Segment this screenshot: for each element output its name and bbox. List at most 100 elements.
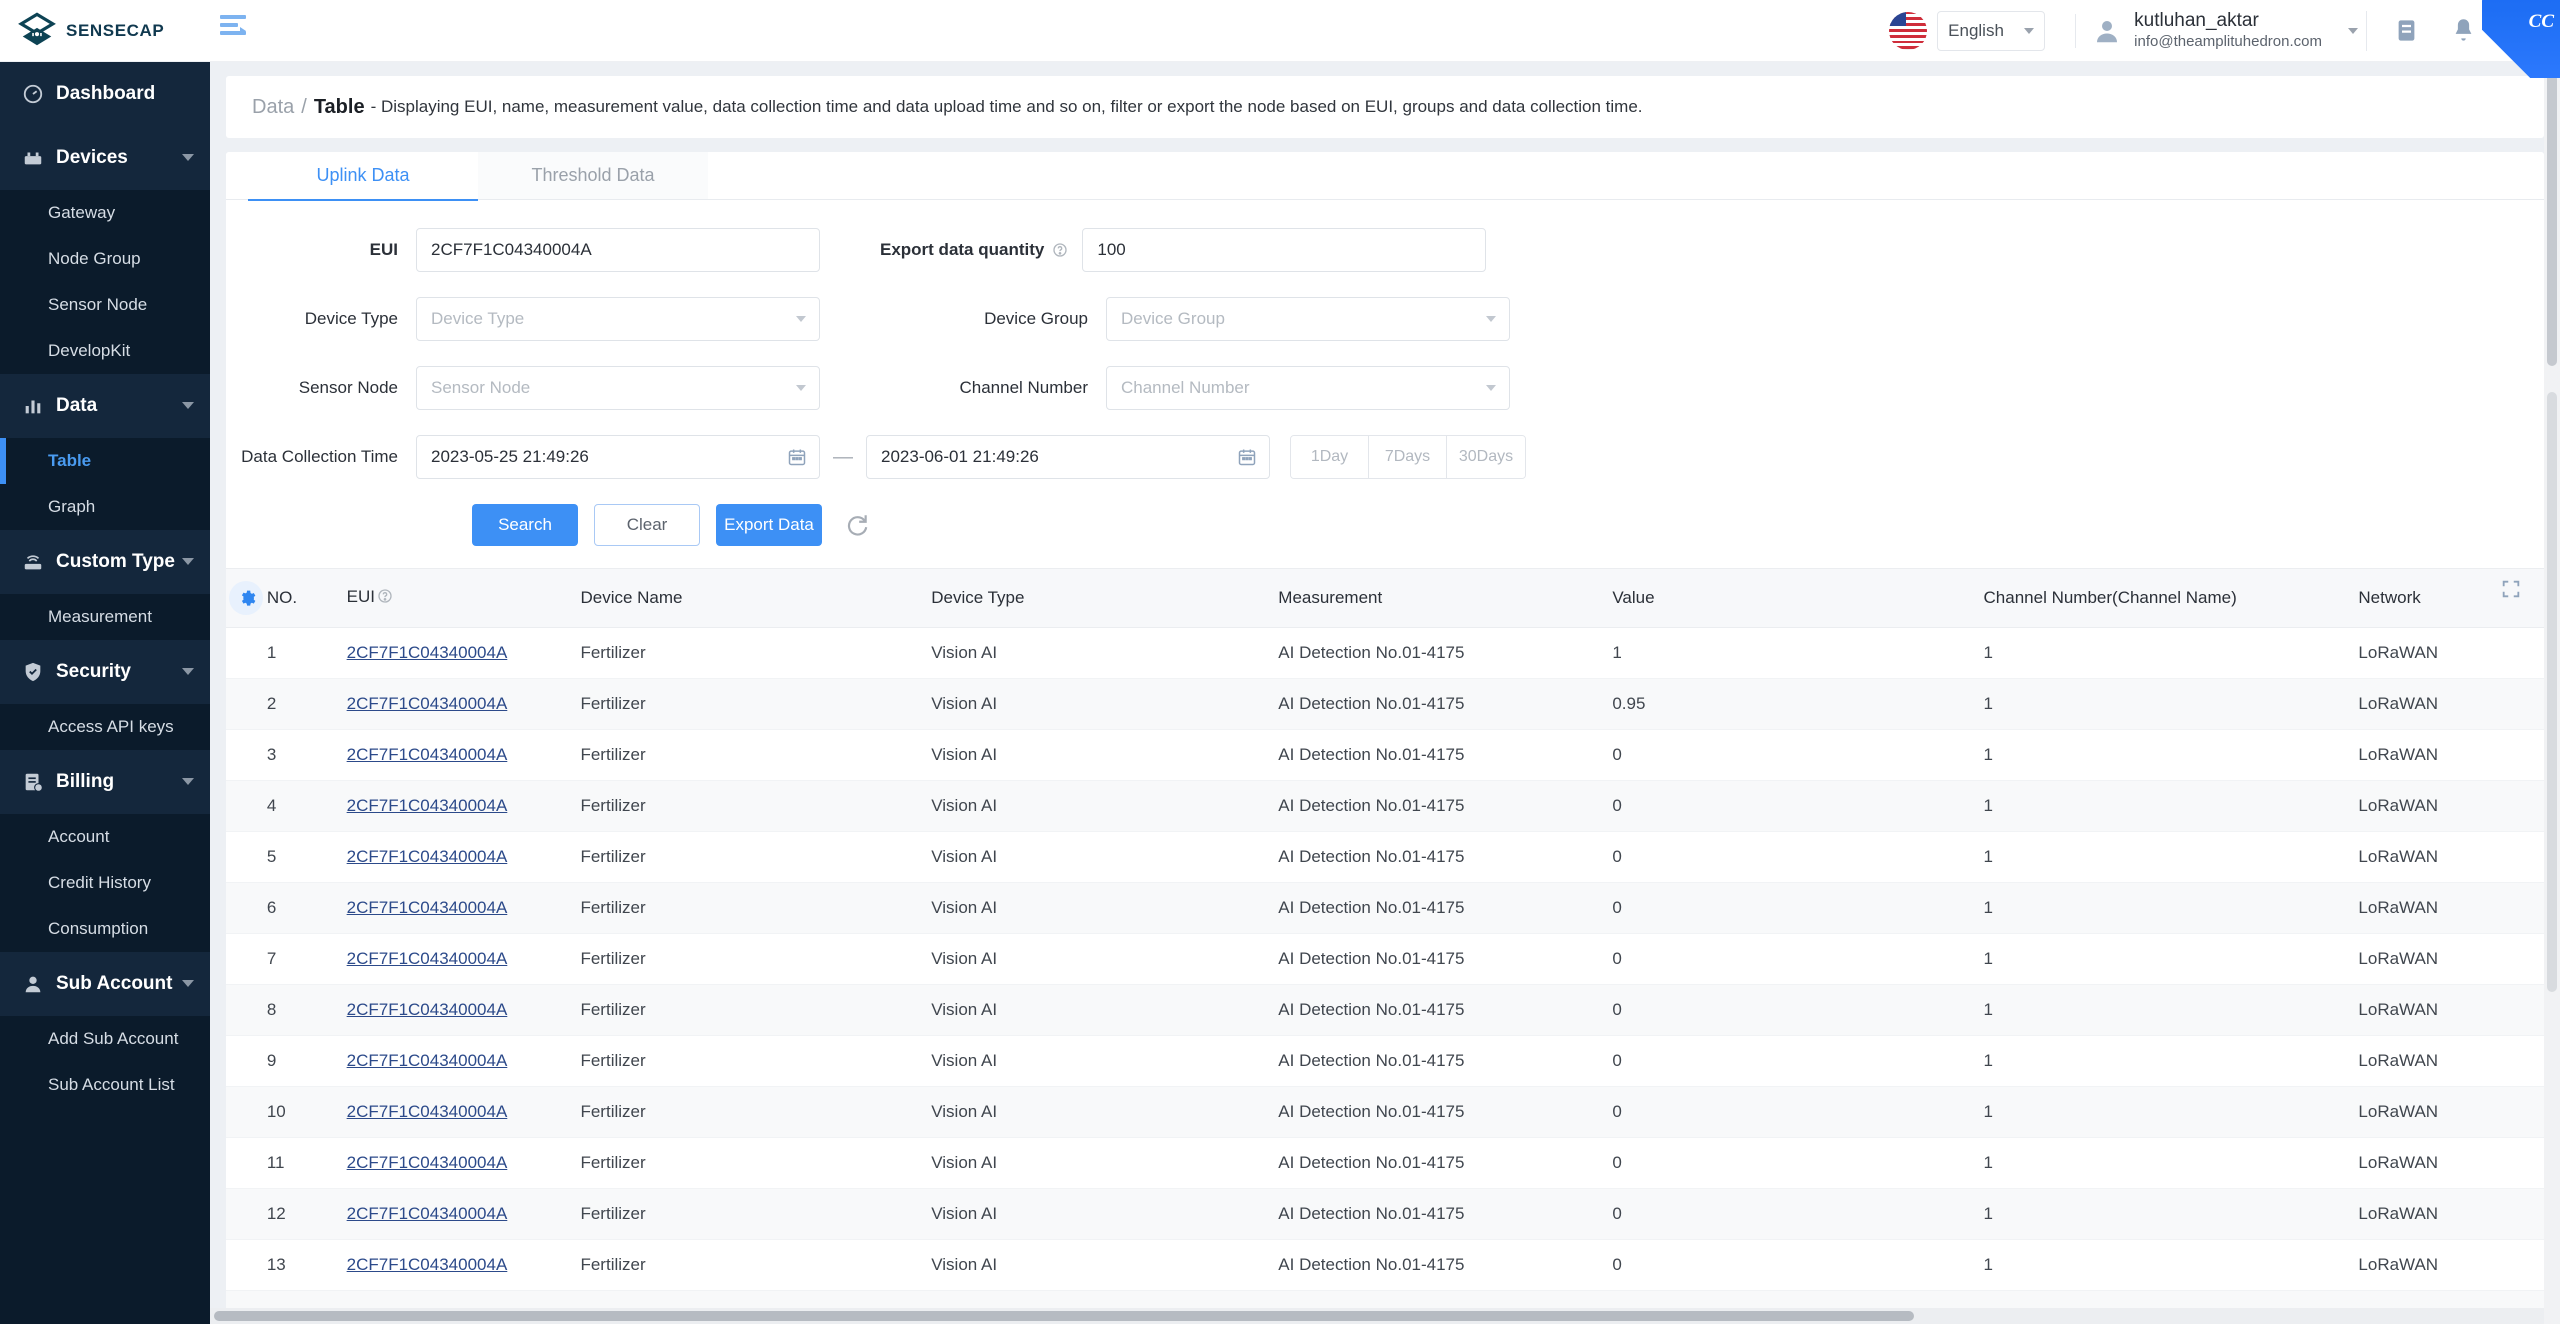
sidebar-item-sensor-node[interactable]: Sensor Node (0, 282, 210, 328)
export-data-button[interactable]: Export Data (716, 504, 822, 546)
search-button[interactable]: Search (472, 504, 578, 546)
sidebar-item-gateway[interactable]: Gateway (0, 190, 210, 236)
sidebar-item-access-api-keys[interactable]: Access API keys (0, 704, 210, 750)
table-row[interactable]: 12CF7F1C04340004AFertilizerVision AIAI D… (226, 628, 2544, 679)
gear-icon[interactable] (229, 581, 263, 615)
eui-link[interactable]: 2CF7F1C04340004A (347, 1051, 508, 1070)
eui-link-cell[interactable]: 2CF7F1C04340004A (347, 1153, 581, 1173)
sidebar-item-consumption[interactable]: Consumption (0, 906, 210, 952)
eui-link[interactable]: 2CF7F1C04340004A (347, 1204, 508, 1223)
table-row[interactable]: 32CF7F1C04340004AFertilizerVision AIAI D… (226, 730, 2544, 781)
device-type-select[interactable]: Device Type (416, 297, 820, 341)
table-row[interactable]: 82CF7F1C04340004AFertilizerVision AIAI D… (226, 985, 2544, 1036)
expand-columns-icon[interactable] (2500, 578, 2522, 600)
tab-threshold-data[interactable]: Threshold Data (478, 152, 708, 199)
table-row[interactable]: 102CF7F1C04340004AFertilizerVision AIAI … (226, 1087, 2544, 1138)
corner-ribbon-badge[interactable]: CC (2482, 0, 2560, 78)
table-row[interactable]: 42CF7F1C04340004AFertilizerVision AIAI D… (226, 781, 2544, 832)
sidebar-item-dashboard[interactable]: Dashboard (0, 62, 210, 126)
column-header-eui[interactable]: EUI (347, 587, 581, 608)
eui-link-cell[interactable]: 2CF7F1C04340004A (347, 745, 581, 765)
table-row[interactable]: 92CF7F1C04340004AFertilizerVision AIAI D… (226, 1036, 2544, 1087)
eui-input[interactable]: 2CF7F1C04340004A (416, 228, 820, 272)
user-menu[interactable]: kutluhan_aktar info@theamplituhedron.com (2092, 9, 2366, 52)
vertical-scrollbar[interactable] (2544, 62, 2560, 1324)
tab-uplink-data[interactable]: Uplink Data (248, 152, 478, 199)
question-circle-icon[interactable] (1052, 242, 1068, 258)
eui-link[interactable]: 2CF7F1C04340004A (347, 1102, 508, 1121)
sidebar-item-data[interactable]: Data (0, 374, 210, 438)
eui-link[interactable]: 2CF7F1C04340004A (347, 745, 508, 764)
eui-link-cell[interactable]: 2CF7F1C04340004A (347, 1255, 581, 1275)
eui-link-cell[interactable]: 2CF7F1C04340004A (347, 898, 581, 918)
eui-link-cell[interactable]: 2CF7F1C04340004A (347, 847, 581, 867)
date-end-input[interactable]: 2023-06-01 21:49:26 (866, 435, 1270, 479)
sidebar-item-sub-account[interactable]: Sub Account (0, 952, 210, 1016)
column-header-no[interactable]: NO. (267, 588, 347, 608)
vertical-scrollbar-track-segment[interactable] (2547, 392, 2557, 992)
eui-link[interactable]: 2CF7F1C04340004A (347, 1000, 508, 1019)
eui-link-cell[interactable]: 2CF7F1C04340004A (347, 694, 581, 714)
calendar-icon[interactable] (1237, 447, 1257, 467)
refresh-icon[interactable] (844, 512, 870, 538)
column-header-device-name[interactable]: Device Name (580, 588, 931, 608)
clear-button[interactable]: Clear (594, 504, 700, 546)
sidebar-item-billing[interactable]: Billing (0, 750, 210, 814)
channel-number-select[interactable]: Channel Number (1106, 366, 1510, 410)
eui-link-cell[interactable]: 2CF7F1C04340004A (347, 643, 581, 663)
quick-range-7days[interactable]: 7Days (1369, 436, 1447, 478)
table-row[interactable]: 72CF7F1C04340004AFertilizerVision AIAI D… (226, 934, 2544, 985)
question-circle-icon[interactable] (377, 589, 393, 608)
calendar-icon[interactable] (787, 447, 807, 467)
column-header-measurement[interactable]: Measurement (1278, 588, 1612, 608)
eui-link-cell[interactable]: 2CF7F1C04340004A (347, 1204, 581, 1224)
sidebar-item-custom-type[interactable]: Custom Type (0, 530, 210, 594)
table-row[interactable]: 122CF7F1C04340004AFertilizerVision AIAI … (226, 1189, 2544, 1240)
breadcrumb-parent[interactable]: Data (252, 96, 294, 119)
sidebar-item-sub-account-list[interactable]: Sub Account List (0, 1062, 210, 1108)
table-row[interactable]: 22CF7F1C04340004AFertilizerVision AIAI D… (226, 679, 2544, 730)
sidebar-item-devices[interactable]: Devices (0, 126, 210, 190)
eui-link-cell[interactable]: 2CF7F1C04340004A (347, 1051, 581, 1071)
eui-link[interactable]: 2CF7F1C04340004A (347, 694, 508, 713)
sidebar-item-node-group[interactable]: Node Group (0, 236, 210, 282)
column-header-device-type[interactable]: Device Type (931, 588, 1278, 608)
eui-link[interactable]: 2CF7F1C04340004A (347, 1153, 508, 1172)
sidebar-item-developkit[interactable]: DevelopKit (0, 328, 210, 374)
docs-icon[interactable] (2393, 17, 2420, 44)
sidebar-item-add-sub-account[interactable]: Add Sub Account (0, 1016, 210, 1062)
hamburger-collapse-icon[interactable] (220, 14, 254, 48)
language-selector-group[interactable]: English (1889, 11, 2059, 51)
sidebar-item-security[interactable]: Security (0, 640, 210, 704)
vertical-scrollbar-thumb[interactable] (2547, 66, 2557, 366)
eui-link[interactable]: 2CF7F1C04340004A (347, 847, 508, 866)
eui-link-cell[interactable]: 2CF7F1C04340004A (347, 1102, 581, 1122)
eui-link-cell[interactable]: 2CF7F1C04340004A (347, 1000, 581, 1020)
export-quantity-input[interactable]: 100 (1082, 228, 1486, 272)
eui-link-cell[interactable]: 2CF7F1C04340004A (347, 949, 581, 969)
sidebar-item-account[interactable]: Account (0, 814, 210, 860)
horizontal-scrollbar-thumb[interactable] (214, 1311, 1914, 1321)
language-select[interactable]: English (1937, 11, 2045, 51)
sidebar-item-graph[interactable]: Graph (0, 484, 210, 530)
eui-link[interactable]: 2CF7F1C04340004A (347, 1255, 508, 1274)
horizontal-scrollbar[interactable] (210, 1308, 2550, 1324)
date-start-input[interactable]: 2023-05-25 21:49:26 (416, 435, 820, 479)
bell-icon[interactable] (2450, 17, 2477, 44)
sidebar-item-table[interactable]: Table (0, 438, 210, 484)
quick-range-1day[interactable]: 1Day (1291, 436, 1369, 478)
sidebar-item-measurement[interactable]: Measurement (0, 594, 210, 640)
eui-link[interactable]: 2CF7F1C04340004A (347, 949, 508, 968)
quick-range-30days[interactable]: 30Days (1447, 436, 1525, 478)
eui-link[interactable]: 2CF7F1C04340004A (347, 643, 508, 662)
device-group-select[interactable]: Device Group (1106, 297, 1510, 341)
eui-link[interactable]: 2CF7F1C04340004A (347, 898, 508, 917)
table-row[interactable]: 132CF7F1C04340004AFertilizerVision AIAI … (226, 1240, 2544, 1291)
column-header-value[interactable]: Value (1612, 588, 1983, 608)
table-row[interactable]: 52CF7F1C04340004AFertilizerVision AIAI D… (226, 832, 2544, 883)
table-row[interactable]: 62CF7F1C04340004AFertilizerVision AIAI D… (226, 883, 2544, 934)
eui-link-cell[interactable]: 2CF7F1C04340004A (347, 796, 581, 816)
sidebar-item-credit-history[interactable]: Credit History (0, 860, 210, 906)
sensor-node-select[interactable]: Sensor Node (416, 366, 820, 410)
column-header-channel[interactable]: Channel Number(Channel Name) (1984, 588, 2359, 608)
